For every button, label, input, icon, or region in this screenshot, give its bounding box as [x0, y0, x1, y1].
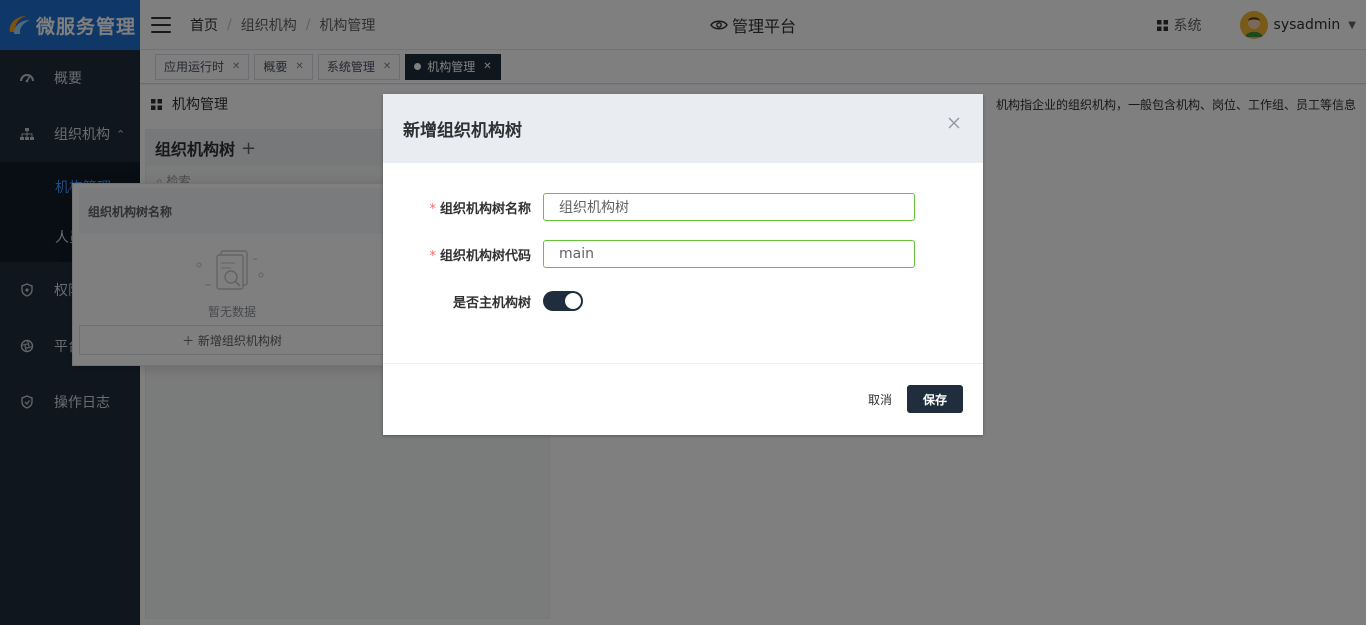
dialog-title: 新增组织机构树: [403, 121, 522, 141]
add-org-tree-dialog: 新增组织机构树 * 组织机构树名称 组织机构树 * 组织机构树代码 main 是否主…: [383, 94, 983, 435]
form-label-text: 组织机构树代码: [439, 248, 531, 264]
form-label: 是否主机构树: [383, 292, 543, 311]
dialog-body: * 组织机构树名称 组织机构树 * 组织机构树代码 main 是否主机构树: [383, 163, 983, 364]
toggle-knob: [565, 293, 581, 309]
dialog-footer: 取消 保存: [383, 364, 983, 434]
org-tree-name-input[interactable]: 组织机构树: [543, 193, 915, 221]
form-label: * 组织机构树代码: [383, 245, 543, 264]
form-label: * 组织机构树名称: [383, 198, 543, 217]
cancel-button[interactable]: 取消: [868, 391, 892, 408]
org-tree-code-input[interactable]: main: [543, 240, 915, 268]
required-mark: *: [429, 201, 436, 217]
form-label-text: 是否主机构树: [452, 295, 531, 311]
form-row-name: * 组织机构树名称 组织机构树: [383, 193, 983, 221]
close-icon[interactable]: [947, 116, 961, 130]
form-label-text: 组织机构树名称: [439, 201, 531, 217]
required-mark: *: [429, 248, 436, 264]
dialog-header: 新增组织机构树: [383, 94, 983, 163]
form-row-main: 是否主机构树: [383, 287, 983, 315]
form-row-code: * 组织机构树代码 main: [383, 240, 983, 268]
is-main-tree-toggle[interactable]: [543, 291, 583, 311]
save-button[interactable]: 保存: [907, 385, 963, 413]
